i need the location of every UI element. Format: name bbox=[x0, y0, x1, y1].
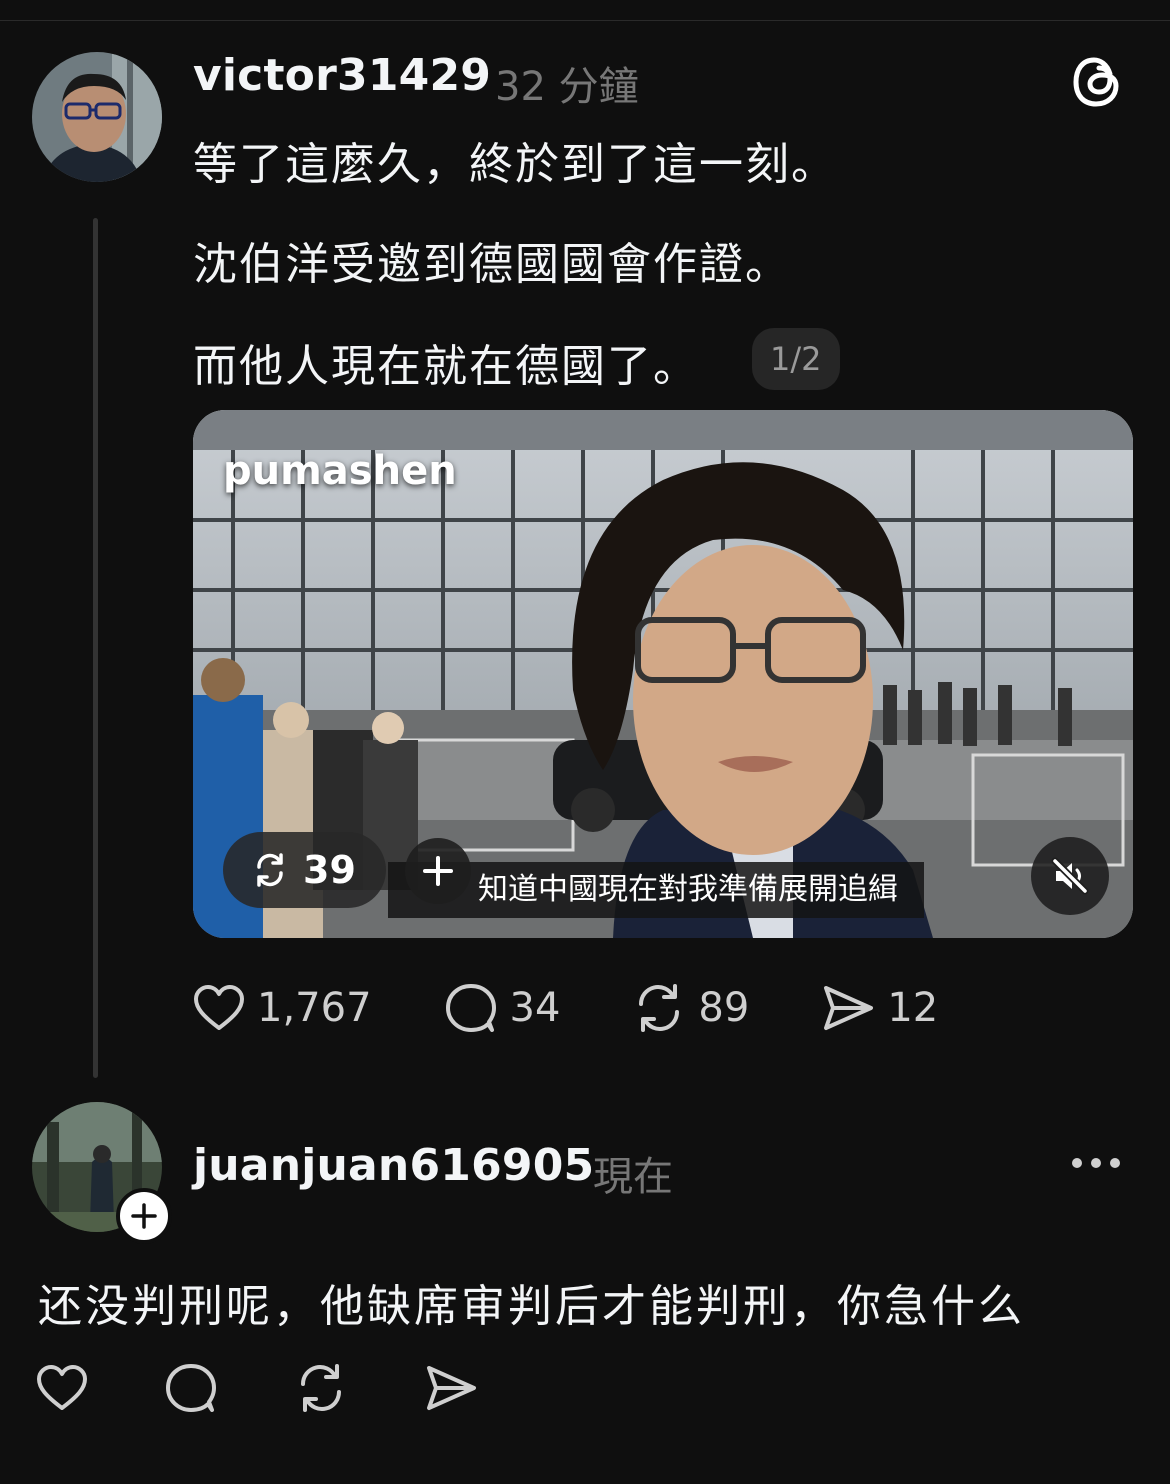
mute-toggle-button[interactable] bbox=[1031, 837, 1109, 915]
repost-button[interactable]: 89 bbox=[632, 982, 749, 1034]
reply-action-bar bbox=[36, 1362, 478, 1414]
page-indicator-badge: 1/2 bbox=[752, 328, 840, 390]
reply-share-button[interactable] bbox=[424, 1362, 478, 1414]
reply-button[interactable]: 34 bbox=[444, 982, 561, 1034]
plus-icon bbox=[423, 856, 453, 886]
like-count: 1,767 bbox=[257, 985, 372, 1031]
video-repost-count: 39 bbox=[303, 848, 356, 892]
share-button[interactable]: 12 bbox=[821, 982, 938, 1034]
reply-time: 現在 bbox=[593, 1154, 673, 1200]
reply-username[interactable]: juanjuan616905 bbox=[193, 1140, 594, 1191]
repost-count: 89 bbox=[698, 985, 750, 1031]
author-username[interactable]: victor31429 bbox=[193, 50, 491, 101]
reply-repost-button[interactable] bbox=[294, 1362, 348, 1414]
heart-icon bbox=[194, 985, 244, 1030]
repost-icon bbox=[639, 984, 680, 1032]
comment-icon bbox=[445, 984, 496, 1032]
video-repost-count-pill[interactable]: 39 bbox=[223, 832, 386, 908]
add-to-button[interactable] bbox=[405, 838, 471, 904]
heart-icon bbox=[37, 1365, 87, 1410]
reply-count: 34 bbox=[509, 985, 561, 1031]
send-icon bbox=[824, 986, 874, 1030]
repost-icon bbox=[257, 853, 283, 887]
send-icon bbox=[427, 1366, 476, 1410]
post-text-line-2: 沈伯洋受邀到德國國會作證。 bbox=[193, 239, 791, 290]
more-dots-icon[interactable] bbox=[1072, 1158, 1120, 1168]
post-video[interactable]: pumashen 知道中國現在對我準備展開追緝 39 bbox=[193, 410, 1133, 938]
threads-icon[interactable] bbox=[1072, 54, 1122, 114]
comment-icon bbox=[166, 1364, 216, 1412]
post-action-bar: 1,767 34 89 12 bbox=[193, 982, 938, 1034]
repost-icon bbox=[301, 1364, 341, 1412]
reply-like-button[interactable] bbox=[36, 1364, 88, 1412]
muted-speaker-icon bbox=[1051, 857, 1089, 895]
reply-text: 还没判刑呢，他缺席审判后才能判刑，你急什么 bbox=[38, 1281, 1025, 1332]
share-count: 12 bbox=[887, 985, 939, 1031]
top-divider bbox=[0, 20, 1170, 21]
video-source-username: pumashen bbox=[223, 448, 457, 494]
plus-icon bbox=[131, 1203, 157, 1229]
post-text-line-3: 而他人現在就在德國了。 bbox=[193, 341, 699, 392]
reply-comment-button[interactable] bbox=[164, 1362, 218, 1414]
thread-connector-line bbox=[93, 218, 98, 1078]
follow-button[interactable] bbox=[116, 1188, 172, 1244]
post-time: 32 分鐘 bbox=[495, 64, 639, 110]
post-text-line-1: 等了這麼久，終於到了這一刻。 bbox=[193, 139, 837, 190]
author-avatar[interactable] bbox=[32, 52, 162, 182]
like-button[interactable]: 1,767 bbox=[193, 984, 372, 1032]
